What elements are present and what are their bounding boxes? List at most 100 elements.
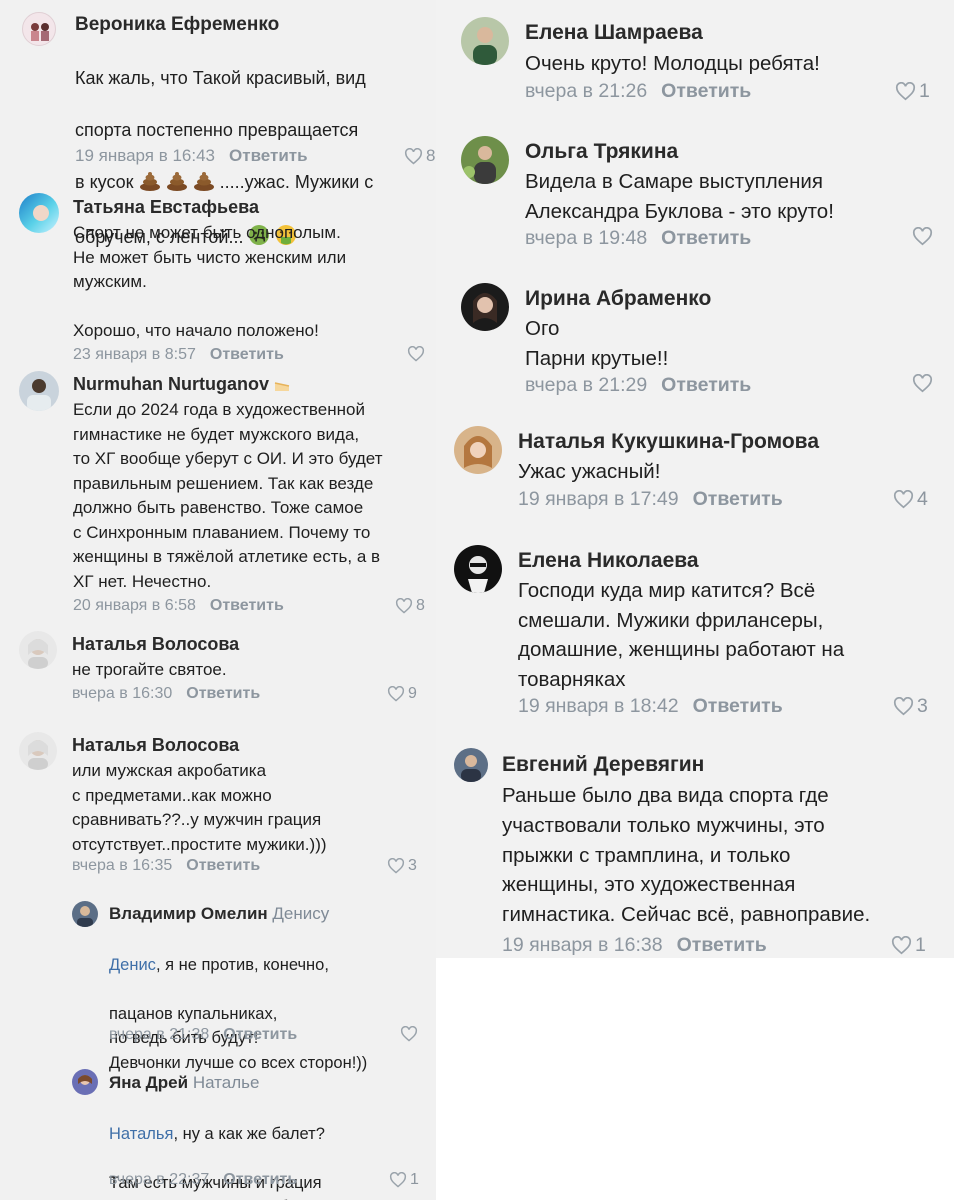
comment-author[interactable]: Яна Дрей Наталье — [109, 1073, 259, 1093]
comment-text: Господи куда мир катится? Всё смешали. М… — [518, 579, 845, 691]
comment-text: Если до 2024 года в художественной гимна… — [73, 400, 383, 591]
comment-meta: 20 января в 6:58 Ответить — [73, 597, 284, 615]
comment-author[interactable]: Елена Шамраева — [525, 21, 703, 45]
avatar[interactable] — [19, 732, 57, 770]
comment-text: Спорт не может быть однополым. Не может … — [73, 223, 347, 340]
comment-author[interactable]: Вероника Ефременко — [75, 14, 279, 36]
heart-outline-icon — [893, 697, 914, 716]
reply-button[interactable]: Ответить — [661, 374, 751, 396]
comment-date[interactable]: вчера в 22:37 — [109, 1171, 209, 1188]
comment-line: спорта постепенно превращается — [75, 120, 359, 140]
reply-button[interactable]: Ответить — [661, 227, 751, 249]
mention-link[interactable]: Денис — [109, 956, 156, 974]
comment-author[interactable]: Nurmuhan Nurtuganov — [73, 374, 290, 398]
heart-outline-icon — [387, 858, 405, 874]
avatar[interactable] — [19, 193, 59, 233]
avatar[interactable] — [461, 283, 509, 331]
like-button[interactable] — [912, 374, 936, 393]
left-comments-panel: Вероника Ефременко Как жаль, что Такой к… — [0, 0, 436, 1200]
like-button[interactable] — [407, 346, 428, 362]
comment-line-part: .....ужас. Мужики с — [214, 172, 374, 192]
comment-meta: вчера в 16:30 Ответить — [72, 685, 260, 703]
poop-emoji — [139, 171, 161, 198]
comment-meta: вчера в 21:26 Ответить — [525, 80, 751, 103]
comment-author[interactable]: Наталья Кукушкина-Громова — [518, 430, 819, 454]
avatar[interactable] — [461, 17, 509, 65]
comment-author[interactable]: Евгений Деревягин — [502, 753, 704, 777]
comment-date[interactable]: 19 января в 16:43 — [75, 146, 215, 165]
comment-date[interactable]: вчера в 21:26 — [525, 80, 647, 102]
comment-date[interactable]: 19 января в 17:49 — [518, 488, 679, 510]
heart-outline-icon — [891, 936, 912, 955]
like-count: 8 — [416, 597, 425, 614]
comment-author[interactable]: Ирина Абраменко — [525, 287, 711, 311]
comment-author[interactable]: Татьяна Евстафьева — [73, 197, 259, 218]
comment-date[interactable]: 19 января в 18:42 — [518, 695, 679, 717]
like-button[interactable]: 1 — [389, 1171, 419, 1189]
reply-to-name[interactable]: Наталье — [193, 1073, 260, 1092]
reply-button[interactable]: Ответить — [223, 1026, 297, 1043]
reply-button[interactable]: Ответить — [693, 488, 783, 510]
like-count: 1 — [915, 934, 926, 956]
like-button[interactable]: 3 — [893, 695, 928, 718]
like-button[interactable]: 4 — [893, 488, 928, 511]
comment-line-part: , ну а как же балет? — [173, 1124, 325, 1143]
like-button[interactable]: 1 — [895, 80, 930, 103]
like-count: 3 — [408, 857, 417, 874]
like-button[interactable]: 8 — [404, 146, 435, 166]
reply-button[interactable]: Ответить — [186, 685, 260, 702]
comment-author[interactable]: Ольга Трякина — [525, 140, 678, 164]
avatar[interactable] — [461, 136, 509, 184]
avatar[interactable] — [454, 748, 488, 782]
comment-date[interactable]: вчера в 16:30 — [72, 685, 172, 702]
heart-outline-icon — [912, 374, 933, 393]
like-button[interactable]: 8 — [395, 597, 425, 615]
comment-author[interactable]: Наталья Волосова — [72, 735, 239, 756]
comment-date[interactable]: вчера в 16:35 — [72, 857, 172, 874]
mention-link[interactable]: Наталья — [109, 1125, 173, 1143]
like-button[interactable]: 9 — [387, 685, 417, 703]
comment-text: не трогайте святое. — [72, 660, 227, 679]
like-button[interactable] — [400, 1026, 421, 1042]
heart-outline-icon — [395, 598, 413, 614]
comment-date[interactable]: вчера в 21:29 — [525, 374, 647, 396]
avatar[interactable] — [72, 901, 98, 927]
reply-button[interactable]: Ответить — [186, 857, 260, 874]
comment-date[interactable]: вчера в 21:38 — [109, 1026, 209, 1043]
comment-date[interactable]: 19 января в 16:38 — [502, 934, 663, 956]
author-name: Владимир Омелин — [109, 904, 268, 923]
cake-emoji — [274, 377, 290, 398]
avatar[interactable] — [19, 371, 59, 411]
comment-meta: вчера в 21:38 Ответить — [109, 1026, 297, 1044]
comment-meta: 19 января в 17:49 Ответить — [518, 488, 783, 511]
avatar[interactable] — [454, 545, 502, 593]
comment-text: Ого Парни крутые!! — [525, 317, 669, 370]
comment-date[interactable]: вчера в 19:48 — [525, 227, 647, 249]
comment-author[interactable]: Елена Николаева — [518, 549, 699, 573]
avatar[interactable] — [454, 426, 502, 474]
reply-button[interactable]: Ответить — [693, 695, 783, 717]
heart-outline-icon — [389, 1172, 407, 1188]
reply-button[interactable]: Ответить — [210, 597, 284, 614]
comment-date[interactable]: 20 января в 6:58 — [73, 597, 196, 614]
avatar[interactable] — [19, 631, 57, 669]
avatar[interactable] — [72, 1069, 98, 1095]
avatar[interactable] — [22, 12, 56, 46]
like-button[interactable] — [912, 227, 936, 246]
comment-text: Ужас ужасный! — [518, 460, 661, 483]
reply-button[interactable]: Ответить — [210, 346, 284, 363]
comment-line: Наталья, ну а как же балет? — [109, 1122, 344, 1147]
reply-button[interactable]: Ответить — [677, 934, 767, 956]
like-count: 4 — [917, 488, 928, 510]
reply-button[interactable]: Ответить — [223, 1171, 297, 1188]
reply-to-name[interactable]: Денису — [272, 904, 329, 923]
reply-button[interactable]: Ответить — [661, 80, 751, 102]
like-button[interactable]: 1 — [891, 934, 926, 957]
like-button[interactable]: 3 — [387, 857, 417, 875]
comment-author[interactable]: Владимир Омелин Денису — [109, 904, 329, 924]
heart-outline-icon — [895, 82, 916, 101]
reply-button[interactable]: Ответить — [229, 146, 308, 165]
comment-author[interactable]: Наталья Волосова — [72, 634, 239, 655]
comment-date[interactable]: 23 января в 8:57 — [73, 346, 196, 363]
heart-outline-icon — [404, 147, 423, 164]
